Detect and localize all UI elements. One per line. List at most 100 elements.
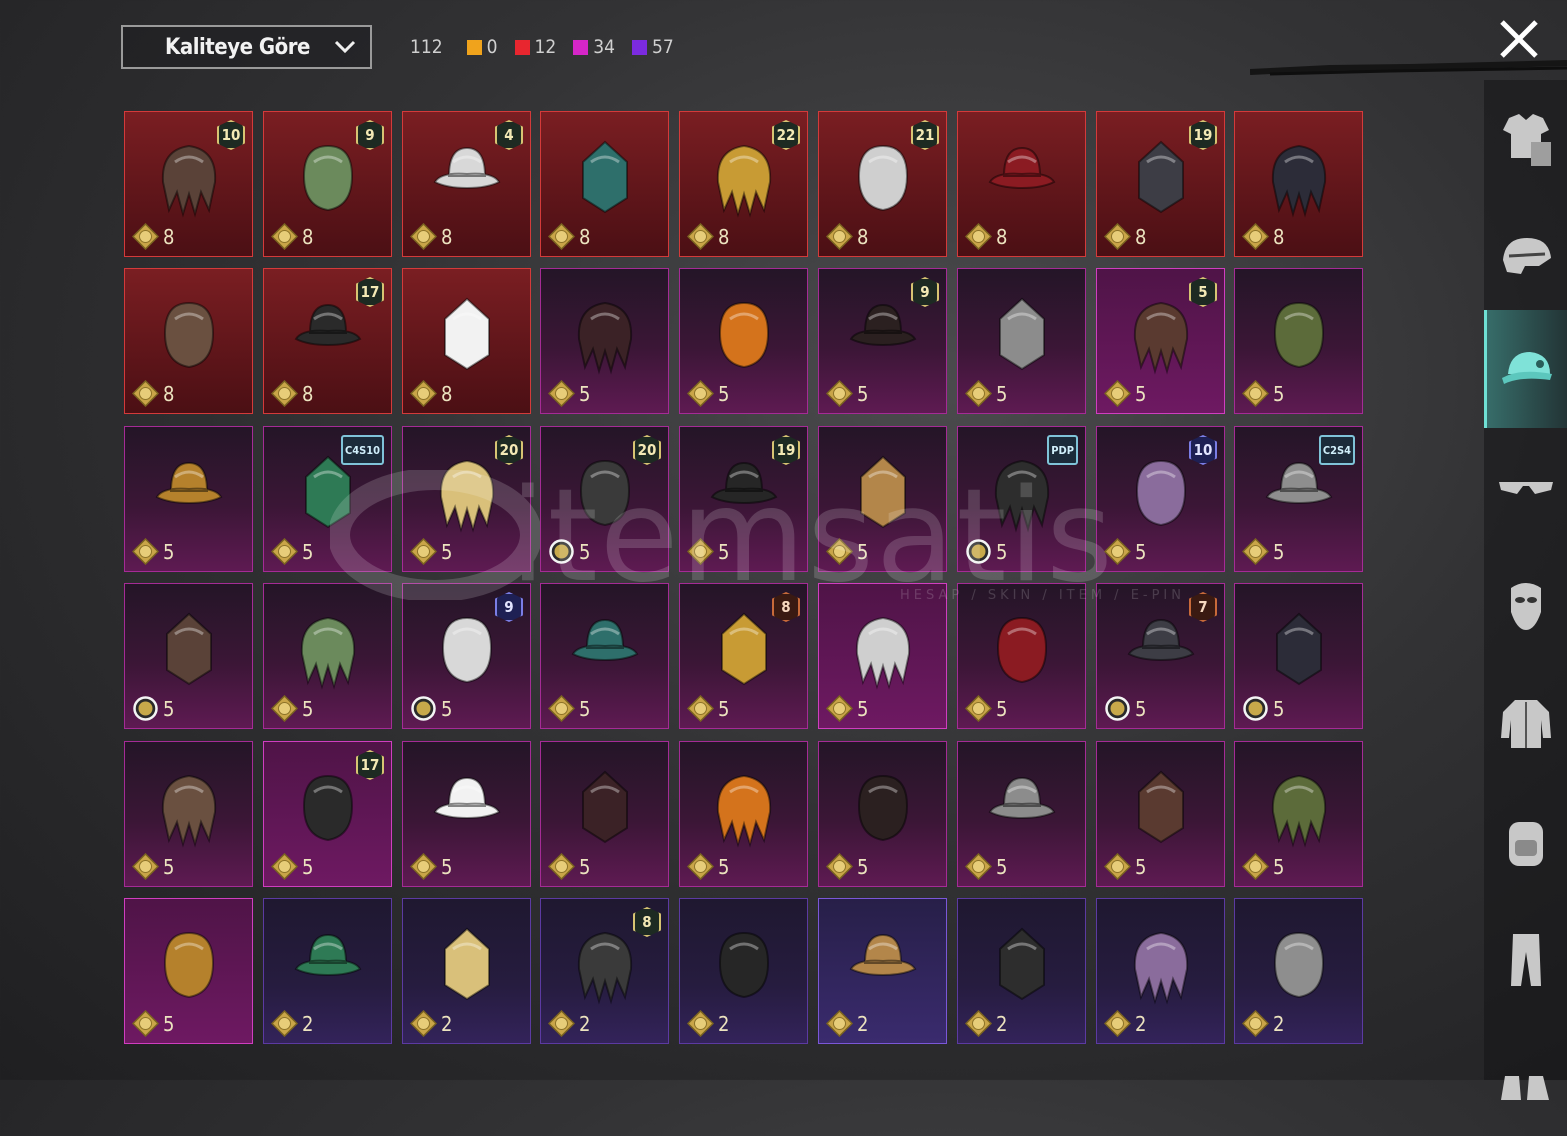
- item-tile[interactable]: 5: [263, 583, 392, 729]
- item-tile[interactable]: 17 8: [263, 268, 392, 414]
- respirator-icon: [718, 931, 770, 999]
- item-tile[interactable]: 2: [957, 898, 1086, 1044]
- item-value-text: 5: [857, 539, 869, 564]
- item-tile[interactable]: 95: [402, 583, 531, 729]
- bun-hair-icon: [710, 461, 778, 505]
- item-tile[interactable]: 5: [1234, 268, 1363, 414]
- item-tile[interactable]: 19 5: [679, 426, 808, 572]
- item-value-text: 5: [1273, 696, 1285, 721]
- item-tile[interactable]: 5: [540, 741, 669, 887]
- close-button[interactable]: [1498, 18, 1540, 60]
- item-tile[interactable]: 8: [540, 111, 669, 257]
- item-value: 5: [132, 853, 174, 880]
- pants-icon: [1510, 934, 1541, 986]
- item-value-text: 5: [1135, 696, 1147, 721]
- item-tile[interactable]: 5: [124, 898, 253, 1044]
- item-tile[interactable]: 5: [679, 268, 808, 414]
- item-tile[interactable]: 2: [1096, 898, 1225, 1044]
- item-tile[interactable]: 95: [818, 268, 947, 414]
- item-tile[interactable]: 98: [263, 111, 392, 257]
- red-cap-icon: [1273, 931, 1325, 999]
- mech-helmet-icon: [996, 616, 1048, 684]
- item-tile[interactable]: 17 5: [263, 741, 392, 887]
- item-tile[interactable]: 5: [957, 268, 1086, 414]
- item-tile[interactable]: 5: [540, 583, 669, 729]
- item-value-text: 5: [579, 854, 591, 879]
- item-tile[interactable]: 5: [124, 426, 253, 572]
- item-tile[interactable]: 20 5: [402, 426, 531, 572]
- item-tile[interactable]: 5: [1234, 583, 1363, 729]
- item-value: 5: [271, 853, 313, 880]
- item-tile[interactable]: 5: [679, 741, 808, 887]
- visor-helmet-icon: [1135, 459, 1187, 527]
- item-tile[interactable]: 20 5: [540, 426, 669, 572]
- item-value: 5: [1242, 380, 1284, 407]
- item-value: 2: [965, 1010, 1007, 1037]
- item-value-text: 8: [302, 224, 314, 249]
- category-glasses[interactable]: [1484, 428, 1567, 546]
- quality-stats: 112 0 12 34 57: [410, 34, 691, 60]
- item-tile[interactable]: 2: [818, 898, 947, 1044]
- gold-coin-icon: [132, 853, 159, 880]
- item-tile[interactable]: 21 8: [818, 111, 947, 257]
- item-tile[interactable]: 5: [818, 426, 947, 572]
- gold-coin-icon: [826, 380, 853, 407]
- swatch-purple: [632, 39, 647, 55]
- gold-coin-icon: [687, 380, 714, 407]
- gold-coin-icon: [1242, 1010, 1269, 1037]
- item-tile[interactable]: 8: [1234, 111, 1363, 257]
- gold-coin-icon: [965, 380, 992, 407]
- item-tile[interactable]: 5: [957, 741, 1086, 887]
- gold-coin-icon: [1104, 538, 1131, 565]
- item-value-text: 2: [1135, 1011, 1147, 1036]
- category-shoes[interactable]: [1484, 1018, 1567, 1136]
- item-tile[interactable]: PDP 5: [957, 426, 1086, 572]
- item-tile[interactable]: 5: [402, 741, 531, 887]
- item-tile[interactable]: 55: [1096, 268, 1225, 414]
- blade-headband-icon: [716, 774, 772, 848]
- item-tile[interactable]: 2: [263, 898, 392, 1044]
- gold-coin-icon: [826, 223, 853, 250]
- gold-coin-icon: [1242, 380, 1269, 407]
- black-helmet-icon: [441, 616, 493, 684]
- item-tile[interactable]: 2: [679, 898, 808, 1044]
- gold-coin-icon: [687, 538, 714, 565]
- item-tile[interactable]: 5: [818, 741, 947, 887]
- item-tile[interactable]: 10 5: [1096, 426, 1225, 572]
- item-value: 8: [1104, 223, 1146, 250]
- level-badge: C4S10: [340, 435, 384, 465]
- item-tile[interactable]: 5: [1234, 741, 1363, 887]
- item-tile[interactable]: 22 8: [679, 111, 808, 257]
- item-tile[interactable]: 5: [540, 268, 669, 414]
- item-tile[interactable]: 75: [1096, 583, 1225, 729]
- item-tile[interactable]: 19 8: [1096, 111, 1225, 257]
- category-jacket[interactable]: [1484, 664, 1567, 782]
- item-tile[interactable]: 48: [402, 111, 531, 257]
- brush-stroke-decoration: [1250, 60, 1567, 76]
- item-tile[interactable]: 5: [1096, 741, 1225, 887]
- item-tile[interactable]: 8: [402, 268, 531, 414]
- item-tile[interactable]: 85: [679, 583, 808, 729]
- item-tile[interactable]: 5: [957, 583, 1086, 729]
- item-tile[interactable]: 2: [1234, 898, 1363, 1044]
- item-tile[interactable]: 5: [818, 583, 947, 729]
- item-tile[interactable]: 2: [402, 898, 531, 1044]
- item-tile[interactable]: 8: [124, 268, 253, 414]
- category-helmet[interactable]: [1484, 198, 1567, 316]
- item-tile[interactable]: 82: [540, 898, 669, 1044]
- sort-dropdown[interactable]: Kaliteye Göre: [121, 25, 372, 69]
- item-tile[interactable]: C4S10 5: [263, 426, 392, 572]
- item-tile[interactable]: 10 8: [124, 111, 253, 257]
- category-hat[interactable]: [1484, 310, 1567, 428]
- item-tile[interactable]: 8: [957, 111, 1086, 257]
- silver-coin-icon: [1105, 696, 1130, 721]
- category-pants[interactable]: [1484, 900, 1567, 1018]
- joker-mask-icon: [857, 144, 909, 212]
- category-outfit[interactable]: [1484, 80, 1567, 198]
- item-tile[interactable]: 5: [124, 741, 253, 887]
- category-backpack[interactable]: [1484, 782, 1567, 900]
- item-tile[interactable]: 5: [124, 583, 253, 729]
- category-mask[interactable]: [1484, 546, 1567, 664]
- item-tile[interactable]: C2S4 5: [1234, 426, 1363, 572]
- green-mask-hair-icon: [577, 931, 633, 1005]
